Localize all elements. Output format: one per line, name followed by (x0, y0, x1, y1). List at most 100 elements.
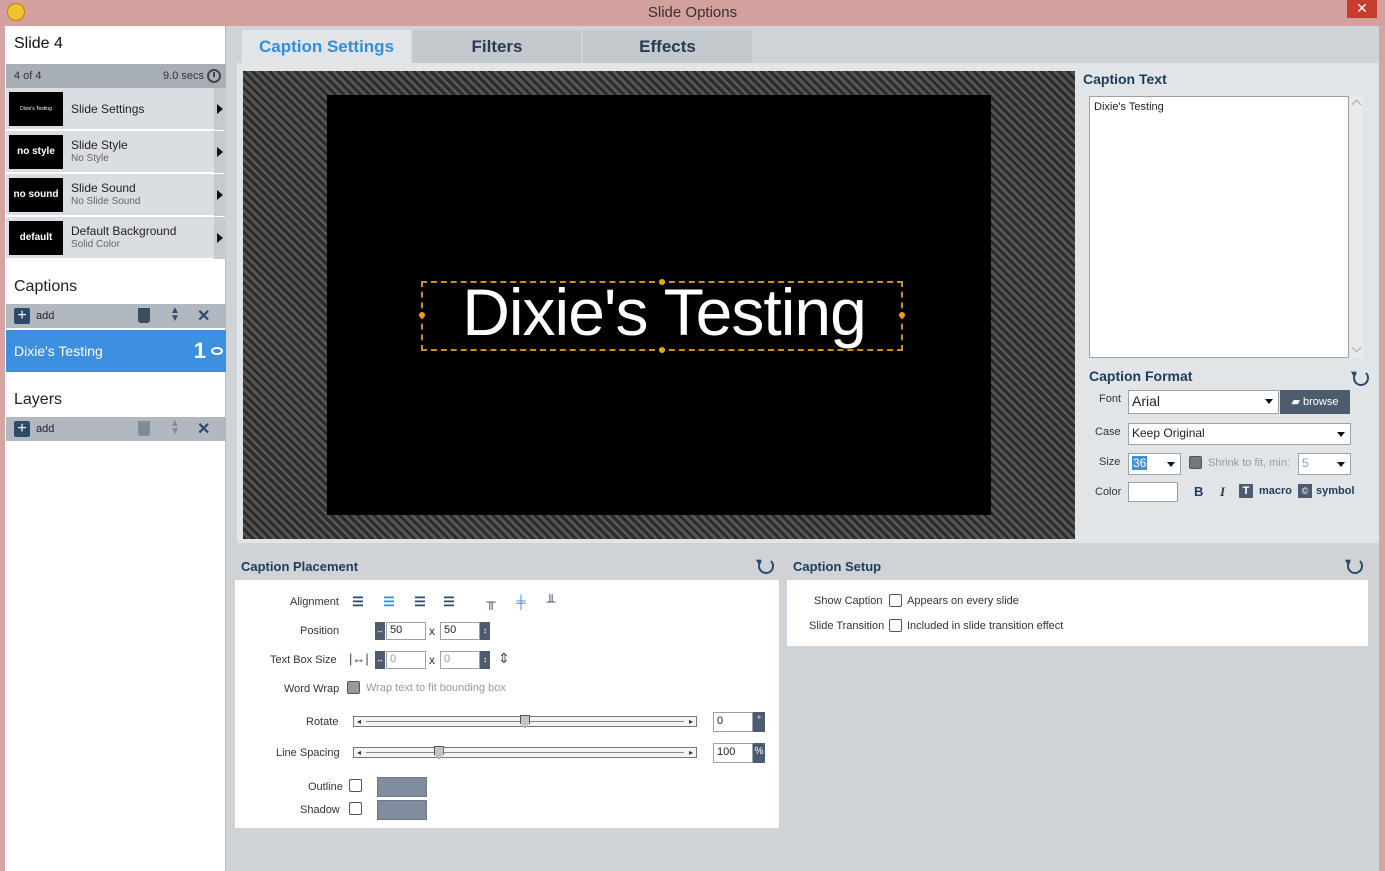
align-bottom-icon[interactable]: ╨ (542, 594, 560, 610)
default-background-item[interactable]: default Default Background Solid Color (6, 217, 226, 259)
case-select[interactable]: Keep Original (1128, 423, 1351, 445)
dialog-body: Slide 4 4 of 4 9.0 secs Dixie's Testing … (5, 26, 1379, 871)
slider-thumb[interactable] (520, 715, 530, 728)
slide-transition-text: Included in slide transition effect (907, 620, 1064, 632)
color-picker[interactable] (1128, 482, 1178, 502)
style-thumbnail: no style (9, 135, 63, 169)
reset-icon[interactable] (758, 558, 774, 574)
slider-left-arrow-icon[interactable]: ◂ (354, 748, 364, 757)
box-height-input[interactable]: 0 (440, 651, 480, 669)
alignment-label: Alignment (290, 596, 339, 608)
italic-button[interactable]: I (1220, 484, 1225, 500)
rotate-input[interactable]: 0 (713, 712, 753, 732)
vertical-arrows-icon: ↕ (480, 651, 490, 669)
horizontal-arrows-icon: ↔ (375, 622, 385, 640)
slide-index: 4 of 4 (14, 70, 42, 82)
font-label: Font (1099, 393, 1122, 405)
chevron-right-icon[interactable] (214, 88, 226, 130)
slide-sound-item[interactable]: no sound Slide Sound No Slide Sound (6, 174, 226, 216)
caption-text-scrollbar[interactable] (1350, 96, 1363, 358)
caption-placement-heading: Caption Placement (241, 559, 359, 574)
position-x-separator: x (429, 624, 435, 638)
left-panel: Slide 4 4 of 4 9.0 secs Dixie's Testing … (5, 26, 226, 871)
reset-icon[interactable] (1347, 558, 1363, 574)
resize-handle[interactable] (659, 347, 665, 353)
show-caption-label: Show Caption (814, 595, 883, 607)
bold-button[interactable]: B (1194, 484, 1203, 499)
size-value: 36 (1132, 456, 1148, 470)
align-right-icon[interactable]: ☰ (411, 594, 429, 610)
slide-settings-item[interactable]: Dixie's Testing Slide Settings (6, 88, 226, 130)
font-select[interactable]: Arial (1128, 390, 1279, 414)
shrink-min-select[interactable]: 5 (1298, 453, 1351, 475)
align-left-icon[interactable]: ☰ (349, 594, 367, 610)
box-width-input[interactable]: 0 (386, 651, 426, 669)
add-caption-plus-icon[interactable]: + (14, 308, 30, 324)
outline-color-swatch[interactable] (377, 777, 427, 797)
tab-effects[interactable]: Effects (583, 30, 752, 63)
align-middle-icon[interactable]: ╪ (512, 594, 530, 610)
text-icon[interactable]: T (1239, 484, 1253, 498)
tab-caption-settings[interactable]: Caption Settings (242, 30, 411, 63)
shrink-to-fit-checkbox[interactable] (1189, 456, 1202, 469)
slider-right-arrow-icon[interactable]: ▸ (686, 748, 696, 757)
slide-style-label: Slide Style (71, 138, 128, 152)
resize-handle[interactable] (659, 279, 665, 285)
position-y-input[interactable]: 50 (440, 622, 480, 640)
position-x-input[interactable]: 50 (386, 622, 426, 640)
macro-button[interactable]: macro (1259, 485, 1292, 497)
color-label: Color (1095, 486, 1122, 498)
default-background-value: Solid Color (71, 239, 120, 250)
trash-icon[interactable] (138, 308, 150, 323)
browse-button[interactable]: ▰ browse (1280, 390, 1350, 414)
captions-toolbar: + add ▲ ▼ ✕ (6, 304, 226, 328)
symbol-icon[interactable]: © (1298, 484, 1312, 498)
fit-height-icon[interactable]: ⇕ (498, 650, 510, 667)
tools-icon[interactable]: ✕ (197, 419, 210, 439)
slider-left-arrow-icon[interactable]: ◂ (354, 717, 364, 726)
captions-heading: Captions (14, 278, 78, 295)
slide-canvas[interactable]: Dixie's Testing (327, 95, 991, 515)
slide-style-item[interactable]: no style Slide Style No Style (6, 131, 226, 173)
slider-right-arrow-icon[interactable]: ▸ (686, 717, 696, 726)
shadow-checkbox[interactable] (349, 802, 362, 815)
fit-width-icon[interactable]: |↔| (349, 651, 369, 666)
shadow-color-swatch[interactable] (377, 800, 427, 820)
line-spacing-input[interactable]: 100 (713, 743, 753, 763)
resize-handle[interactable] (899, 312, 905, 318)
align-justify-icon[interactable]: ☰ (440, 594, 458, 610)
align-top-icon[interactable]: ╥ (482, 594, 500, 610)
add-layer-plus-icon[interactable]: + (14, 421, 30, 437)
caption-settings-panel: Dixie's Testing Caption Text Dixie's Tes… (237, 63, 1379, 543)
reset-icon[interactable] (1353, 370, 1369, 386)
caption-selection-box[interactable] (419, 279, 905, 353)
caption-text-area[interactable]: Dixie's Testing (1089, 96, 1349, 358)
tools-icon[interactable]: ✕ (197, 306, 210, 326)
add-layer-button[interactable]: add (36, 423, 54, 435)
outline-checkbox[interactable] (349, 779, 362, 792)
add-caption-button[interactable]: add (36, 310, 54, 322)
slide-transition-checkbox[interactable] (889, 619, 902, 632)
tab-filters[interactable]: Filters (413, 30, 581, 63)
eye-icon[interactable] (211, 347, 223, 355)
slide-duration: 9.0 secs (163, 70, 204, 82)
close-button[interactable]: ✕ (1347, 0, 1377, 18)
slider-thumb[interactable] (433, 746, 444, 759)
text-box-size-label: Text Box Size (270, 654, 337, 666)
rotate-slider[interactable]: ◂ ▸ (353, 715, 697, 728)
reorder-icon[interactable]: ▲ ▼ (170, 306, 180, 324)
symbol-button[interactable]: symbol (1316, 485, 1355, 497)
chevron-right-icon[interactable] (214, 174, 226, 216)
word-wrap-checkbox[interactable] (347, 681, 360, 694)
chevron-right-icon[interactable] (214, 131, 226, 173)
resize-handle[interactable] (419, 312, 425, 318)
shrink-label: Shrink to fit, min: (1208, 457, 1290, 469)
show-caption-checkbox[interactable] (889, 594, 902, 607)
caption-list-item[interactable]: Dixie's Testing 1 (6, 330, 226, 372)
clock-icon[interactable] (207, 69, 221, 83)
box-x-separator: x (429, 653, 435, 667)
align-center-icon[interactable]: ☰ (380, 594, 398, 610)
size-select[interactable]: 36 (1128, 453, 1181, 475)
line-spacing-slider[interactable]: ◂ ▸ (353, 746, 697, 759)
chevron-right-icon[interactable] (214, 217, 226, 259)
